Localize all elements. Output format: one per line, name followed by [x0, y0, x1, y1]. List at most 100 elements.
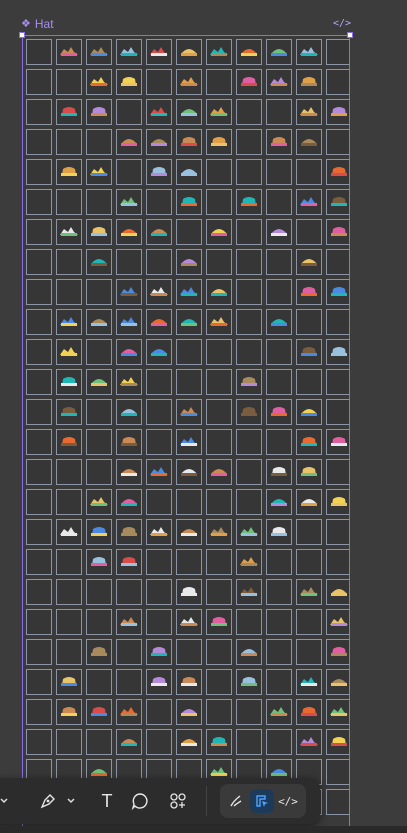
sprite-cell[interactable]	[56, 639, 82, 665]
sprite-cell[interactable]	[146, 339, 172, 365]
pen-tool-icon[interactable]	[36, 789, 60, 813]
sprite-cell[interactable]	[326, 729, 349, 755]
sprite-cell[interactable]	[326, 609, 349, 635]
sprite-cell[interactable]	[266, 699, 292, 725]
sprite-cell[interactable]	[146, 429, 172, 455]
sprite-cell[interactable]	[56, 279, 82, 305]
sprite-cell[interactable]	[266, 579, 292, 605]
sprite-cell[interactable]	[266, 309, 292, 335]
sprite-cell[interactable]	[86, 609, 112, 635]
comment-tool-icon[interactable]	[128, 789, 152, 813]
sprite-cell[interactable]	[176, 279, 202, 305]
sprite-cell[interactable]	[236, 249, 262, 275]
text-tool-icon[interactable]: T	[95, 789, 119, 813]
sprite-cell[interactable]	[326, 399, 349, 425]
sprite-cell[interactable]	[26, 459, 52, 485]
sprite-cell[interactable]	[56, 129, 82, 155]
sprite-cell[interactable]	[86, 189, 112, 215]
sprite-cell[interactable]	[146, 729, 172, 755]
sprite-cell[interactable]	[176, 429, 202, 455]
sprite-cell[interactable]	[236, 159, 262, 185]
sprite-cell[interactable]	[176, 609, 202, 635]
sprite-cell[interactable]	[86, 39, 112, 65]
sprite-cell[interactable]	[296, 189, 322, 215]
sprite-cell[interactable]	[326, 519, 349, 545]
sprite-cell[interactable]	[326, 759, 349, 785]
sprite-cell[interactable]	[56, 69, 82, 95]
sprite-cell[interactable]	[86, 459, 112, 485]
sprite-cell[interactable]	[206, 579, 232, 605]
dev-mode-icon[interactable]: </>	[276, 789, 300, 813]
sprite-cell[interactable]	[206, 69, 232, 95]
sprite-cell[interactable]	[146, 69, 172, 95]
sprite-cell[interactable]	[266, 519, 292, 545]
sprite-cell[interactable]	[86, 249, 112, 275]
sprite-cell[interactable]	[116, 639, 142, 665]
sprite-cell[interactable]	[26, 609, 52, 635]
sprite-cell[interactable]	[116, 519, 142, 545]
sprite-cell[interactable]	[296, 99, 322, 125]
sprite-cell[interactable]	[296, 39, 322, 65]
sprite-cell[interactable]	[146, 39, 172, 65]
sprite-cell[interactable]	[26, 339, 52, 365]
sprite-cell[interactable]	[326, 279, 349, 305]
sprite-cell[interactable]	[116, 399, 142, 425]
sprite-cell[interactable]	[236, 309, 262, 335]
sprite-cell[interactable]	[326, 159, 349, 185]
sprite-cell[interactable]	[296, 279, 322, 305]
sprite-cell[interactable]	[296, 309, 322, 335]
sprite-cell[interactable]	[296, 249, 322, 275]
sprite-cell[interactable]	[26, 519, 52, 545]
code-connect-badge[interactable]: </>	[333, 16, 351, 32]
sprite-cell[interactable]	[296, 609, 322, 635]
sprite-cell[interactable]	[326, 639, 349, 665]
sprite-cell[interactable]	[116, 459, 142, 485]
sprite-cell[interactable]	[206, 369, 232, 395]
sprite-cell[interactable]	[86, 159, 112, 185]
sprite-cell[interactable]	[296, 519, 322, 545]
sprite-cell[interactable]	[86, 369, 112, 395]
sprite-cell[interactable]	[56, 39, 82, 65]
chevron-down-icon[interactable]	[59, 789, 83, 813]
sprite-cell[interactable]	[176, 309, 202, 335]
sprite-cell[interactable]	[86, 519, 112, 545]
plugins-tool-icon[interactable]	[166, 789, 190, 813]
sprite-cell[interactable]	[236, 669, 262, 695]
sprite-cell[interactable]	[296, 129, 322, 155]
sprite-cell[interactable]	[176, 339, 202, 365]
sprite-cell[interactable]	[176, 99, 202, 125]
hat-sprite-frame[interactable]	[22, 35, 350, 833]
sprite-cell[interactable]	[26, 699, 52, 725]
sprite-cell[interactable]	[236, 219, 262, 245]
sprite-cell[interactable]	[176, 189, 202, 215]
sprite-cell[interactable]	[206, 279, 232, 305]
sprite-cell[interactable]	[116, 219, 142, 245]
sprite-cell[interactable]	[176, 669, 202, 695]
sprite-cell[interactable]	[266, 369, 292, 395]
sprite-cell[interactable]	[26, 429, 52, 455]
sprite-cell[interactable]	[86, 489, 112, 515]
sprite-cell[interactable]	[206, 519, 232, 545]
sprite-cell[interactable]	[56, 99, 82, 125]
sprite-cell[interactable]	[206, 39, 232, 65]
sprite-cell[interactable]	[176, 249, 202, 275]
sprite-cell[interactable]	[146, 279, 172, 305]
sprite-cell[interactable]	[206, 219, 232, 245]
sprite-cell[interactable]	[206, 639, 232, 665]
resize-handle-top-right[interactable]	[347, 32, 353, 38]
sprite-cell[interactable]	[206, 669, 232, 695]
sprite-cell[interactable]	[206, 489, 232, 515]
sprite-cell[interactable]	[26, 489, 52, 515]
sprite-cell[interactable]	[26, 69, 52, 95]
chevron-down-icon[interactable]	[0, 789, 16, 813]
sprite-cell[interactable]	[26, 279, 52, 305]
sprite-cell[interactable]	[236, 129, 262, 155]
sprite-cell[interactable]	[56, 249, 82, 275]
sprite-cell[interactable]	[86, 579, 112, 605]
sprite-cell[interactable]	[146, 549, 172, 575]
sprite-cell[interactable]	[296, 69, 322, 95]
sprite-cell[interactable]	[26, 189, 52, 215]
sprite-cell[interactable]	[236, 489, 262, 515]
sprite-cell[interactable]	[176, 39, 202, 65]
sprite-cell[interactable]	[86, 69, 112, 95]
